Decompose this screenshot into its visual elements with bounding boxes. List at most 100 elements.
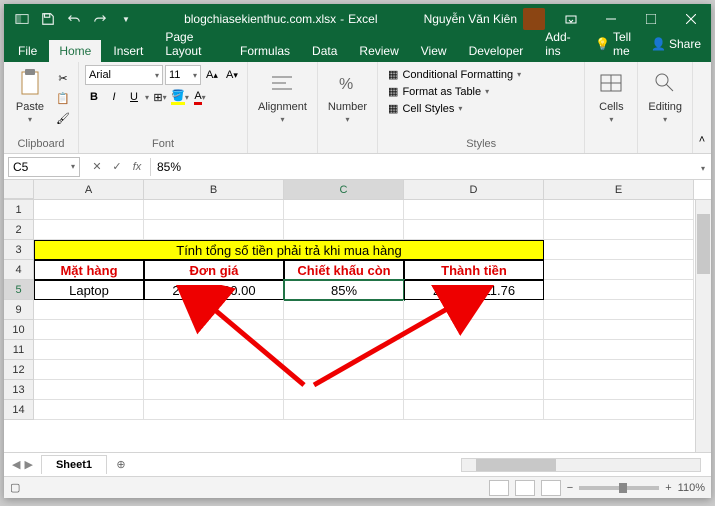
group-cells <box>591 148 631 150</box>
col-header-d[interactable]: D <box>404 180 544 199</box>
row-header[interactable]: 11 <box>4 340 34 360</box>
group-editing <box>644 148 686 150</box>
pagebreak-view-icon[interactable] <box>541 480 561 496</box>
formula-input[interactable]: 85% <box>151 160 695 174</box>
paste-button[interactable]: Paste▾ <box>10 65 50 126</box>
cells-button[interactable]: Cells▾ <box>591 65 631 126</box>
save-icon[interactable] <box>36 7 60 31</box>
alignment-button[interactable]: Alignment▾ <box>254 65 311 126</box>
number-button[interactable]: % Number▾ <box>324 65 371 126</box>
group-clipboard: Clipboard <box>10 136 72 150</box>
row-header[interactable]: 3 <box>4 240 34 260</box>
cancel-formula-icon[interactable]: ✕ <box>88 158 106 176</box>
increase-font-icon[interactable]: A▴ <box>203 66 221 84</box>
share-button[interactable]: 👤 Share <box>645 26 707 62</box>
name-box[interactable]: C5▾ <box>8 157 80 177</box>
cell-styles[interactable]: ▦ Cell Styles ▾ <box>384 101 578 116</box>
sheet-nav-next-icon[interactable]: ▶ <box>24 458 32 471</box>
cell-header-c[interactable]: Chiết khấu còn <box>284 260 404 280</box>
fx-icon[interactable]: fx <box>128 158 146 176</box>
formula-bar: C5▾ ✕ ✓ fx 85% ▾ <box>4 154 711 180</box>
tab-view[interactable]: View <box>411 40 457 62</box>
tab-home[interactable]: Home <box>49 40 101 62</box>
row-header[interactable]: 1 <box>4 200 34 220</box>
row-header[interactable]: 10 <box>4 320 34 340</box>
cell-header-d[interactable]: Thành tiền <box>404 260 544 280</box>
tab-addins[interactable]: Add-ins <box>535 26 587 62</box>
row-header[interactable]: 2 <box>4 220 34 240</box>
format-painter-icon[interactable]: 🖌 <box>54 109 72 127</box>
cell-a5[interactable]: Laptop <box>34 280 144 300</box>
horizontal-scrollbar[interactable] <box>461 458 701 472</box>
cell-header-b[interactable]: Đơn giá <box>144 260 284 280</box>
cell-b5[interactable]: 20,000,000.00 <box>144 280 284 300</box>
macro-record-icon[interactable]: ▢ <box>10 481 20 494</box>
group-font: Font <box>85 136 241 150</box>
status-bar: ▢ − + 110% <box>4 476 711 498</box>
tell-me[interactable]: 💡 Tell me <box>589 26 637 62</box>
cell-d5[interactable]: 23,529,411.76 <box>404 280 544 300</box>
row-header[interactable]: 14 <box>4 400 34 420</box>
group-styles: Styles <box>384 136 578 150</box>
font-color-icon[interactable]: A▾ <box>191 88 209 106</box>
group-number <box>324 148 371 150</box>
zoom-slider[interactable] <box>579 486 659 490</box>
tab-formulas[interactable]: Formulas <box>230 40 300 62</box>
fill-color-icon[interactable]: 🪣▾ <box>171 88 189 106</box>
undo-icon[interactable] <box>62 7 86 31</box>
tab-file[interactable]: File <box>8 40 47 62</box>
tab-insert[interactable]: Insert <box>103 40 153 62</box>
font-size-combo[interactable]: 11▾ <box>165 65 201 85</box>
sheet-tab[interactable]: Sheet1 <box>41 455 107 474</box>
tab-pagelayout[interactable]: Page Layout <box>155 26 228 62</box>
decrease-font-icon[interactable]: A▾ <box>223 66 241 84</box>
vertical-scrollbar[interactable] <box>695 200 711 452</box>
tab-review[interactable]: Review <box>349 40 408 62</box>
redo-icon[interactable] <box>88 7 112 31</box>
row-header[interactable]: 4 <box>4 260 34 280</box>
tab-data[interactable]: Data <box>302 40 347 62</box>
copy-icon[interactable]: 📋 <box>54 89 72 107</box>
svg-text:%: % <box>339 76 353 93</box>
collapse-ribbon-icon[interactable]: ˄ <box>693 131 711 149</box>
window-title: blogchiasekienthuc.com.xlsx - Excel <box>144 12 418 26</box>
cut-icon[interactable]: ✂ <box>54 69 72 87</box>
cell-header-a[interactable]: Mặt hàng <box>34 260 144 280</box>
tab-developer[interactable]: Developer <box>459 40 534 62</box>
ribbon-tabs: File Home Insert Page Layout Formulas Da… <box>4 34 711 62</box>
zoom-level[interactable]: 110% <box>678 482 705 494</box>
border-icon[interactable]: ⊞▾ <box>151 88 169 106</box>
expand-formula-icon[interactable]: ▾ <box>695 160 711 174</box>
qat-more-icon[interactable]: ▼ <box>114 7 138 31</box>
editing-button[interactable]: Editing▾ <box>644 65 686 126</box>
col-header-c[interactable]: C <box>284 180 404 199</box>
row-header[interactable]: 13 <box>4 380 34 400</box>
normal-view-icon[interactable] <box>489 480 509 496</box>
col-header-a[interactable]: A <box>34 180 144 199</box>
select-all-corner[interactable] <box>4 180 34 199</box>
sheet-nav-prev-icon[interactable]: ◀ <box>12 458 20 471</box>
enter-formula-icon[interactable]: ✓ <box>108 158 126 176</box>
row-header[interactable]: 5 <box>4 280 34 300</box>
format-as-table[interactable]: ▦ Format as Table ▾ <box>384 84 578 99</box>
row-header[interactable]: 12 <box>4 360 34 380</box>
cells-area[interactable]: Tính tổng số tiền phải trả khi mua hàng … <box>34 200 711 452</box>
font-name-combo[interactable]: Arial▾ <box>85 65 163 85</box>
row-header[interactable]: 9 <box>4 300 34 320</box>
cell-title[interactable]: Tính tổng số tiền phải trả khi mua hàng <box>34 240 544 260</box>
cell-c5-selected[interactable]: 85% <box>284 280 404 300</box>
zoom-in-icon[interactable]: + <box>665 482 671 494</box>
conditional-formatting[interactable]: ▦ Conditional Formatting ▾ <box>384 67 578 82</box>
col-header-e[interactable]: E <box>544 180 694 199</box>
ribbon: Paste▾ ✂ 📋 🖌 Clipboard Arial▾ 11▾ A▴ A▾ <box>4 62 711 154</box>
col-header-b[interactable]: B <box>144 180 284 199</box>
add-sheet-icon[interactable]: ⊕ <box>111 455 131 475</box>
title-app: Excel <box>348 12 377 26</box>
sheet-tabs-bar: ◀ ▶ Sheet1 ⊕ <box>4 452 711 476</box>
pagelayout-view-icon[interactable] <box>515 480 535 496</box>
zoom-out-icon[interactable]: − <box>567 482 573 494</box>
italic-button[interactable]: I <box>105 88 123 106</box>
user-name: Nguyễn Văn Kiên <box>424 12 517 26</box>
underline-button[interactable]: U <box>125 88 143 106</box>
bold-button[interactable]: B <box>85 88 103 106</box>
